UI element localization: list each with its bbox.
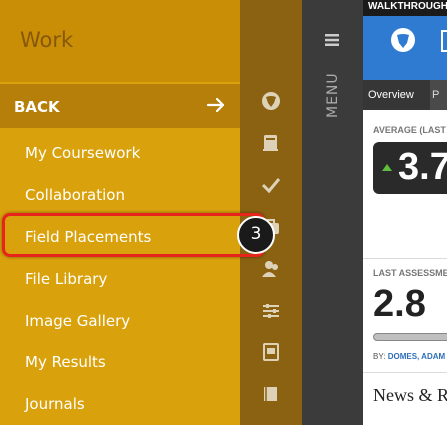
walkthrough-bar[interactable]: WALKTHROUGH — [363, 0, 447, 16]
trend-up-icon — [382, 164, 392, 171]
logo-icon[interactable] — [260, 90, 282, 112]
nav-item-collaboration[interactable]: Collaboration — [0, 174, 240, 216]
assessed-by-prefix: BY: — [373, 352, 388, 361]
svg-text:MENU: MENU — [325, 72, 341, 118]
nav-title: Work — [20, 28, 74, 52]
step-badge: 3 — [237, 216, 275, 254]
nav-item-label: File Library — [25, 270, 108, 288]
divider — [363, 372, 447, 373]
tab-partial[interactable]: P — [430, 80, 447, 110]
menu-label: MENU — [325, 72, 341, 118]
menu-strip[interactable] — [302, 0, 363, 425]
nav-item-image-gallery[interactable]: Image Gallery — [0, 300, 240, 342]
average-label: AVERAGE (LAST — [373, 125, 446, 135]
sliders-icon[interactable] — [260, 300, 282, 322]
divider — [363, 258, 447, 259]
hamburger-menu-icon[interactable] — [324, 32, 340, 48]
assessment-progress-bar — [373, 333, 447, 341]
nav-item-file-library[interactable]: File Library — [0, 258, 240, 300]
users-icon[interactable] — [260, 258, 282, 280]
last-assessment-label: LAST ASSESSME — [373, 268, 447, 278]
nav-item-my-results[interactable]: My Results — [0, 341, 240, 383]
news-heading: News & R — [373, 385, 447, 405]
nav-item-label: My Results — [25, 353, 106, 371]
checkmark-icon[interactable] — [260, 174, 282, 196]
app-logo-icon — [391, 28, 415, 52]
nav-item-label: Image Gallery — [25, 312, 131, 330]
back-label: BACK — [14, 98, 60, 116]
nav-item-label: Collaboration — [25, 186, 125, 204]
walkthrough-label: WALKTHROUGH — [368, 1, 447, 12]
nav-item-label: Field Placements — [25, 228, 152, 246]
journal-icon[interactable] — [260, 383, 282, 405]
average-value: 3.7 — [398, 146, 447, 188]
panel-icon — [441, 30, 447, 52]
assessed-by-line: BY: DOMES, ADAM ( — [373, 352, 447, 361]
content-header — [363, 16, 447, 80]
nav-item-label: Journals — [25, 395, 85, 413]
nav-item-field-placements[interactable]: Field Placements — [0, 216, 240, 258]
nav-item-my-coursework[interactable]: My Coursework — [0, 132, 240, 174]
back-button[interactable]: BACK — [0, 84, 240, 128]
assessor-name[interactable]: DOMES, ADAM ( — [388, 352, 447, 361]
tab-overview[interactable]: Overview — [368, 80, 426, 110]
portfolio-icon[interactable] — [260, 341, 282, 363]
nav-item-label: My Coursework — [25, 144, 141, 162]
arrow-right-icon — [206, 97, 225, 113]
nav-header: Work — [0, 0, 240, 82]
last-assessment-value: 2.8 — [373, 283, 426, 325]
book-icon[interactable] — [260, 132, 282, 154]
nav-item-journals[interactable]: Journals — [0, 383, 240, 425]
